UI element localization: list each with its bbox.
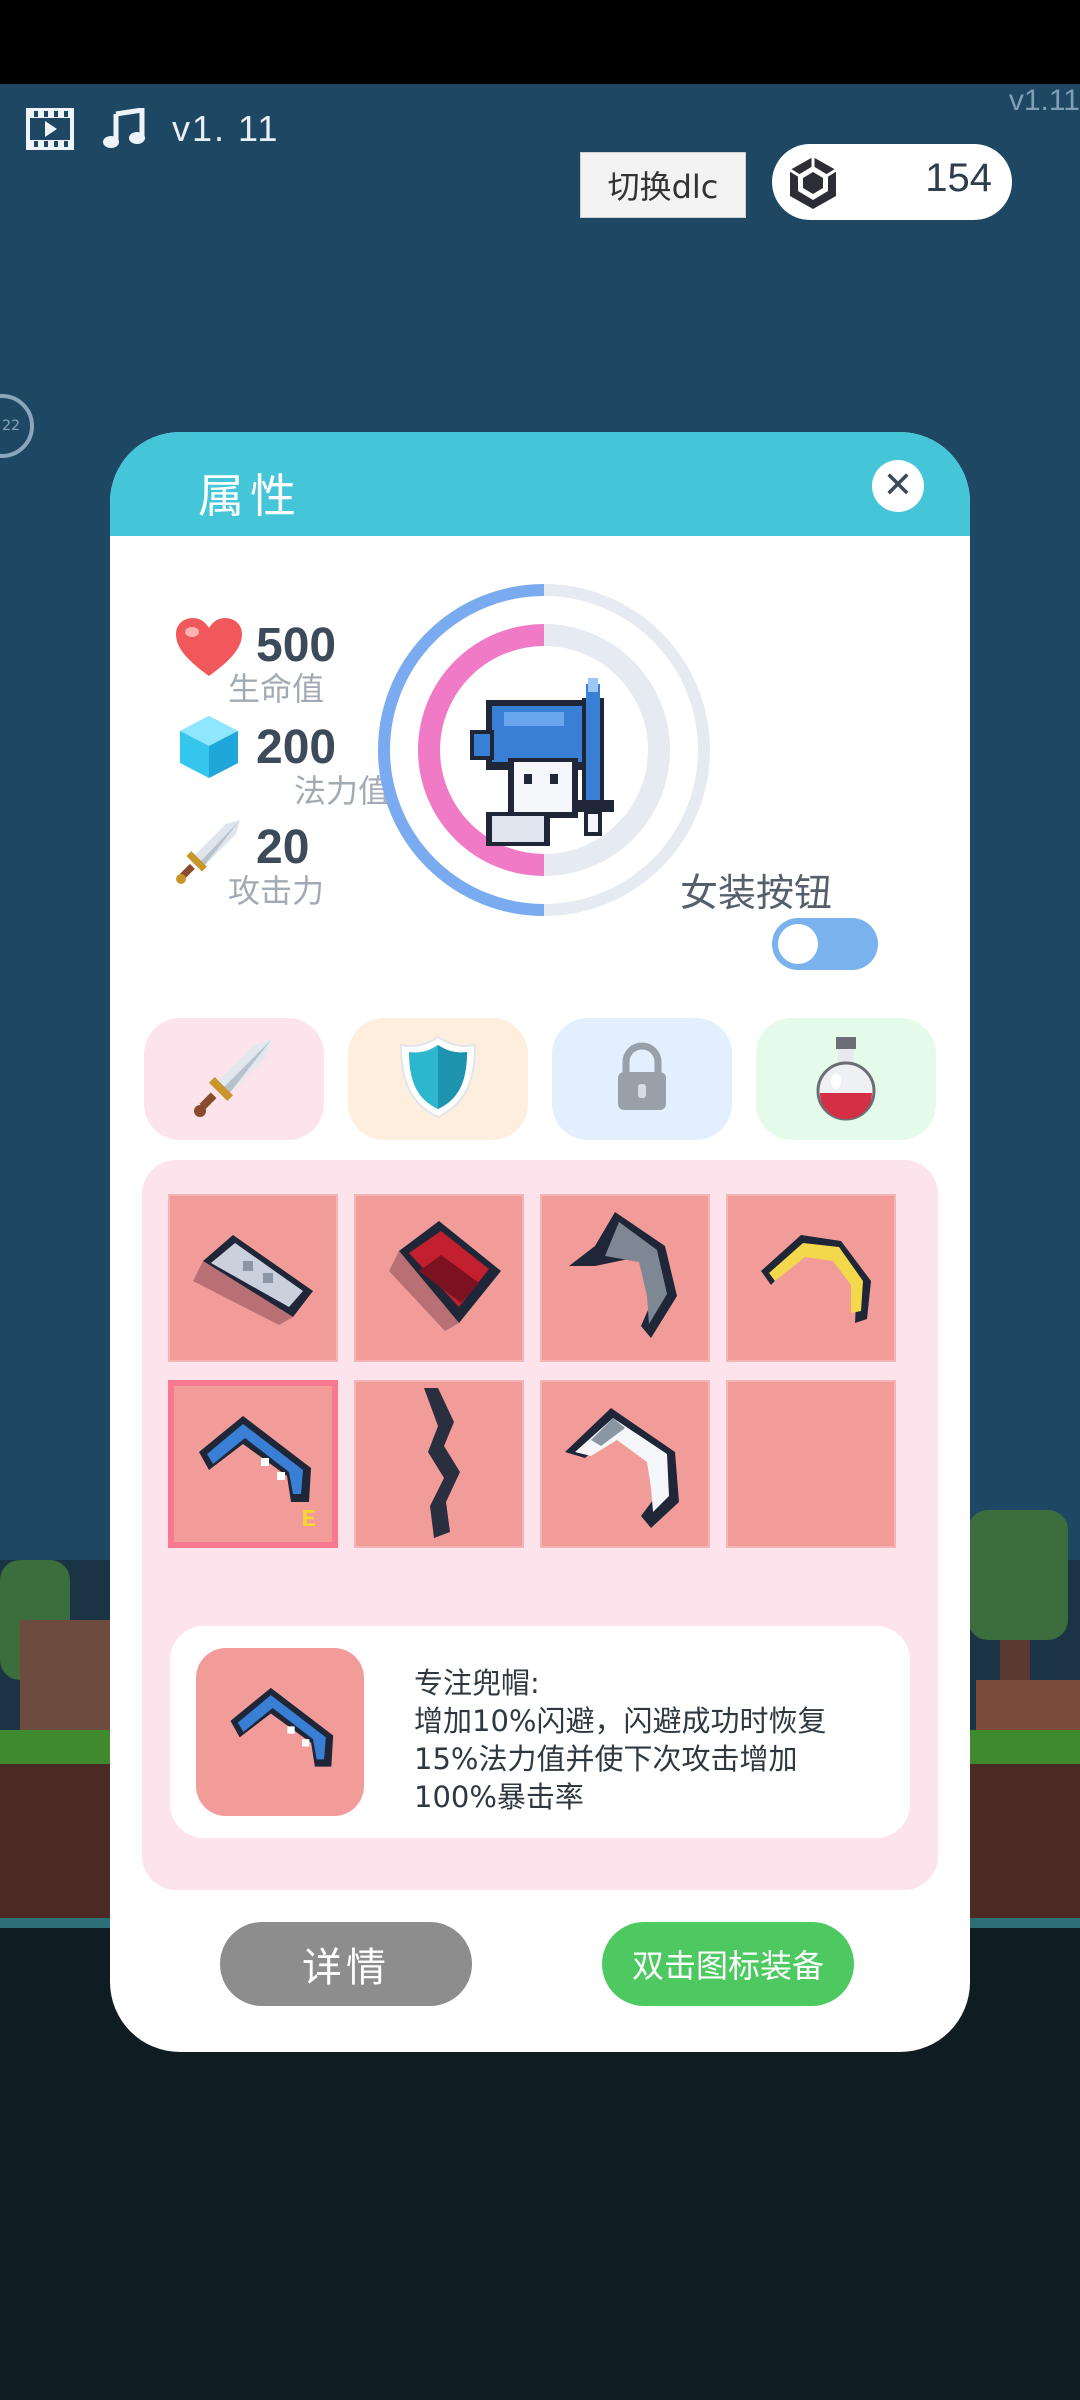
item-desc-line-2: 15%法力值并使下次攻击增加	[414, 1742, 798, 1776]
red-helmet-icon	[369, 1211, 509, 1345]
status-bar	[0, 0, 1080, 84]
sword-icon	[192, 1035, 276, 1123]
version-label: v1. 11	[172, 108, 280, 149]
item-description-card: 专注兜帽: 增加10%闪避，闪避成功时恢复 15%法力值并使下次攻击增加 100…	[170, 1626, 910, 1838]
shield-icon	[399, 1035, 477, 1123]
tab-armor[interactable]	[348, 1018, 528, 1140]
white-hood-icon	[555, 1392, 695, 1536]
inventory-slot-1[interactable]	[168, 1194, 338, 1362]
gold-band-icon	[741, 1211, 881, 1345]
video-icon[interactable]	[26, 108, 74, 154]
tree-right	[968, 1510, 1068, 1640]
costume-toggle-label: 女装按钮	[680, 871, 833, 915]
details-button[interactable]: 详情	[220, 1922, 472, 2006]
inventory-slot-8-empty[interactable]	[726, 1380, 896, 1548]
tab-weapon[interactable]	[144, 1018, 324, 1140]
house-left	[20, 1620, 110, 1730]
item-desc-line-1: 增加10%闪避，闪避成功时恢复	[414, 1704, 827, 1738]
currency-display: 154	[772, 144, 1012, 220]
dialog-title: 属性	[198, 469, 302, 523]
hero-sprite	[470, 678, 614, 846]
inventory-slot-4[interactable]	[726, 1194, 896, 1362]
tab-potion[interactable]	[756, 1018, 936, 1140]
inventory-slot-3[interactable]	[540, 1194, 710, 1362]
item-level-badge: E	[301, 1507, 316, 1534]
dark-feather-icon	[394, 1382, 484, 1546]
house-right	[976, 1680, 1080, 1730]
inventory-slot-7[interactable]	[540, 1380, 710, 1548]
tab-locked[interactable]	[552, 1018, 732, 1140]
hp-label: 生命值	[228, 670, 325, 708]
version-corner-label: v1.11	[1008, 84, 1080, 117]
lock-icon	[614, 1042, 670, 1116]
dark-hood-icon	[555, 1206, 695, 1350]
inventory-slot-5-selected[interactable]: E	[168, 1380, 338, 1548]
close-button[interactable]: ✕	[872, 460, 924, 512]
music-icon[interactable]	[102, 107, 146, 154]
item-name: 专注兜帽:	[414, 1666, 540, 1700]
blue-hood-icon	[215, 1675, 345, 1789]
currency-count: 154	[925, 156, 992, 200]
inventory-slot-6[interactable]	[354, 1380, 524, 1548]
toggle-knob	[778, 924, 818, 964]
character-portrait	[374, 580, 714, 920]
attributes-dialog: 属性 ✕ 500 生命值 200 法力值 20 攻击力 女装按钮 E 专注兜帽:…	[110, 432, 970, 2052]
crystal-icon	[178, 714, 240, 784]
item-desc-line-3: 100%暴击率	[414, 1780, 584, 1814]
selected-item-thumbnail	[196, 1648, 364, 1816]
atk-label: 攻击力	[228, 872, 325, 910]
item-description: 专注兜帽: 增加10%闪避，闪避成功时恢复 15%法力值并使下次攻击增加 100…	[414, 1664, 826, 1816]
costume-toggle[interactable]	[772, 918, 878, 970]
silver-cap-icon	[183, 1221, 323, 1335]
inventory-slot-2[interactable]	[354, 1194, 524, 1362]
inventory-panel: E 专注兜帽: 增加10%闪避，闪避成功时恢复 15%法力值并使下次攻击增加 1…	[142, 1160, 938, 1890]
potion-icon	[814, 1033, 878, 1125]
close-icon: ✕	[882, 465, 914, 506]
gem-currency-icon	[784, 154, 842, 216]
equip-button[interactable]: 双击图标装备	[602, 1922, 854, 2006]
switch-dlc-button[interactable]: 切换dlc	[580, 152, 746, 218]
